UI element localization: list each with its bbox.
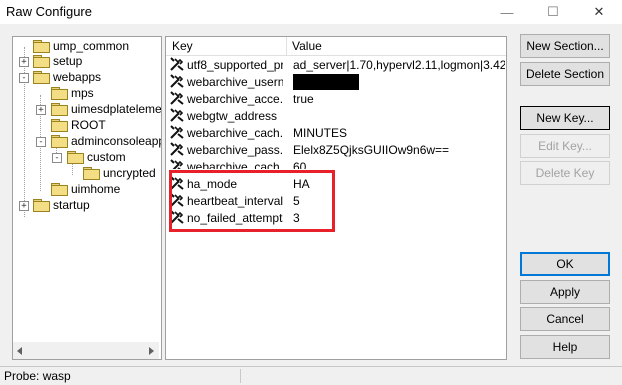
tree-node-label: ump_common: [53, 39, 130, 53]
tree-node-label: adminconsoleapp: [71, 134, 162, 148]
table-row[interactable]: webarchive_acce... true: [166, 90, 506, 107]
tree-node-label: ROOT: [71, 118, 106, 132]
tree-node-label: startup: [53, 198, 90, 212]
tree-node-ump-common[interactable]: ump_common: [33, 38, 129, 54]
folder-icon: [33, 39, 50, 53]
folder-icon: [51, 86, 68, 100]
row-value: true: [293, 92, 314, 106]
row-value: MINUTES: [293, 126, 347, 140]
table-row[interactable]: webgtw_address: [166, 107, 506, 124]
maximize-button[interactable]: ☐: [530, 0, 576, 24]
column-divider[interactable]: [286, 37, 287, 55]
tree-node-adminconsoleapp[interactable]: adminconsoleapp: [51, 133, 162, 149]
row-key: webarchive_cach...: [187, 160, 283, 169]
minimize-button[interactable]: —: [484, 0, 530, 24]
status-bar: Probe: wasp: [0, 366, 622, 385]
expand-toggle[interactable]: +: [36, 105, 46, 115]
minimize-icon: —: [500, 4, 514, 20]
folder-icon: [51, 118, 68, 132]
row-key: webarchive_usern...: [187, 75, 283, 89]
tree-node-label: setup: [53, 54, 83, 68]
folder-icon: [83, 166, 100, 180]
ok-button[interactable]: OK: [520, 252, 610, 276]
tree-node-label: uncrypted: [103, 166, 156, 180]
collapse-toggle[interactable]: -: [19, 73, 29, 83]
folder-icon: [51, 134, 68, 148]
row-key: webarchive_acce...: [187, 92, 283, 106]
tree-node-label: custom: [87, 150, 126, 164]
tree-node-uimesdplatelemetry[interactable]: uimesdplatelemetry: [51, 101, 162, 117]
new-key-button[interactable]: New Key...: [520, 106, 610, 130]
tree-node-label: webapps: [53, 70, 102, 84]
key-tools-icon: [170, 142, 184, 156]
tree-node-root[interactable]: ROOT: [51, 117, 106, 133]
table-row[interactable]: webarchive_cach... 60: [166, 158, 506, 169]
tree-node-uncrypted[interactable]: uncrypted: [83, 165, 156, 181]
scroll-right-icon[interactable]: [149, 347, 154, 355]
apply-button[interactable]: Apply: [520, 280, 610, 304]
delete-key-button[interactable]: Delete Key: [520, 161, 610, 185]
key-tools-icon: [170, 57, 184, 71]
close-button[interactable]: ✕: [576, 0, 622, 24]
table-row[interactable]: webarchive_cach... MINUTES: [166, 124, 506, 141]
tree-node-custom[interactable]: custom: [67, 149, 126, 165]
tree-node-uimhome[interactable]: uimhome: [51, 181, 120, 197]
cancel-button[interactable]: Cancel: [520, 307, 610, 331]
row-value: ad_server|1.70,hypervl2.11,logmon|3.42,n…: [293, 58, 505, 72]
table-row[interactable]: utf8_supported_pr... ad_server|1.70,hype…: [166, 56, 506, 73]
key-tools-icon: [170, 74, 184, 88]
highlight-box: [169, 170, 335, 232]
expand-toggle[interactable]: +: [19, 57, 29, 67]
folder-icon: [51, 102, 68, 116]
row-key: utf8_supported_pr...: [187, 58, 283, 72]
column-header-value[interactable]: Value: [292, 39, 322, 53]
row-value: Elelx8Z5QjksGUIIOw9n6w==: [293, 143, 450, 157]
key-tools-icon: [170, 91, 184, 105]
status-text: Probe: wasp: [4, 369, 71, 383]
section-tree[interactable]: ump_common + setup - webapps mps + uimes…: [12, 36, 162, 360]
expand-toggle[interactable]: +: [19, 201, 29, 211]
collapse-toggle[interactable]: -: [36, 137, 46, 147]
tree-node-startup[interactable]: startup: [33, 197, 90, 213]
maximize-icon: ☐: [547, 4, 559, 19]
tree-node-label: uimhome: [71, 182, 121, 196]
delete-section-button[interactable]: Delete Section: [520, 62, 610, 86]
redacted-value: [293, 74, 359, 90]
folder-icon: [51, 182, 68, 196]
tree-node-mps[interactable]: mps: [51, 85, 94, 101]
row-key: webarchive_pass...: [187, 143, 283, 157]
close-icon: ✕: [593, 4, 605, 19]
row-value: 60: [293, 160, 307, 169]
row-key: webarchive_cach...: [187, 126, 283, 140]
help-button[interactable]: Help: [520, 335, 610, 359]
tree-horizontal-scrollbar[interactable]: [13, 342, 159, 359]
key-tools-icon: [170, 125, 184, 139]
row-key: webgtw_address: [187, 109, 278, 123]
table-row[interactable]: webarchive_pass... Elelx8Z5QjksGUIIOw9n6…: [166, 141, 506, 158]
key-tools-icon: [170, 159, 184, 169]
scroll-left-icon[interactable]: [17, 347, 22, 355]
edit-key-button[interactable]: Edit Key...: [520, 134, 610, 158]
window-title: Raw Configure: [6, 4, 92, 19]
key-tools-icon: [170, 108, 184, 122]
column-header-key[interactable]: Key: [172, 39, 193, 53]
tree-node-setup[interactable]: setup: [33, 53, 82, 69]
new-section-button[interactable]: New Section...: [520, 34, 610, 58]
folder-icon: [67, 150, 84, 164]
status-divider: [240, 369, 241, 383]
list-header: Key Value: [166, 37, 506, 56]
tree-node-label: mps: [71, 86, 94, 100]
collapse-toggle[interactable]: -: [52, 153, 62, 163]
table-row[interactable]: webarchive_usern...: [166, 73, 506, 90]
folder-icon: [33, 70, 50, 84]
tree-node-webapps[interactable]: webapps: [33, 69, 101, 85]
folder-icon: [33, 198, 50, 212]
folder-icon: [33, 54, 50, 68]
title-bar: Raw Configure — ☐ ✕: [0, 0, 622, 24]
tree-node-label: uimesdplatelemetry: [71, 102, 162, 116]
